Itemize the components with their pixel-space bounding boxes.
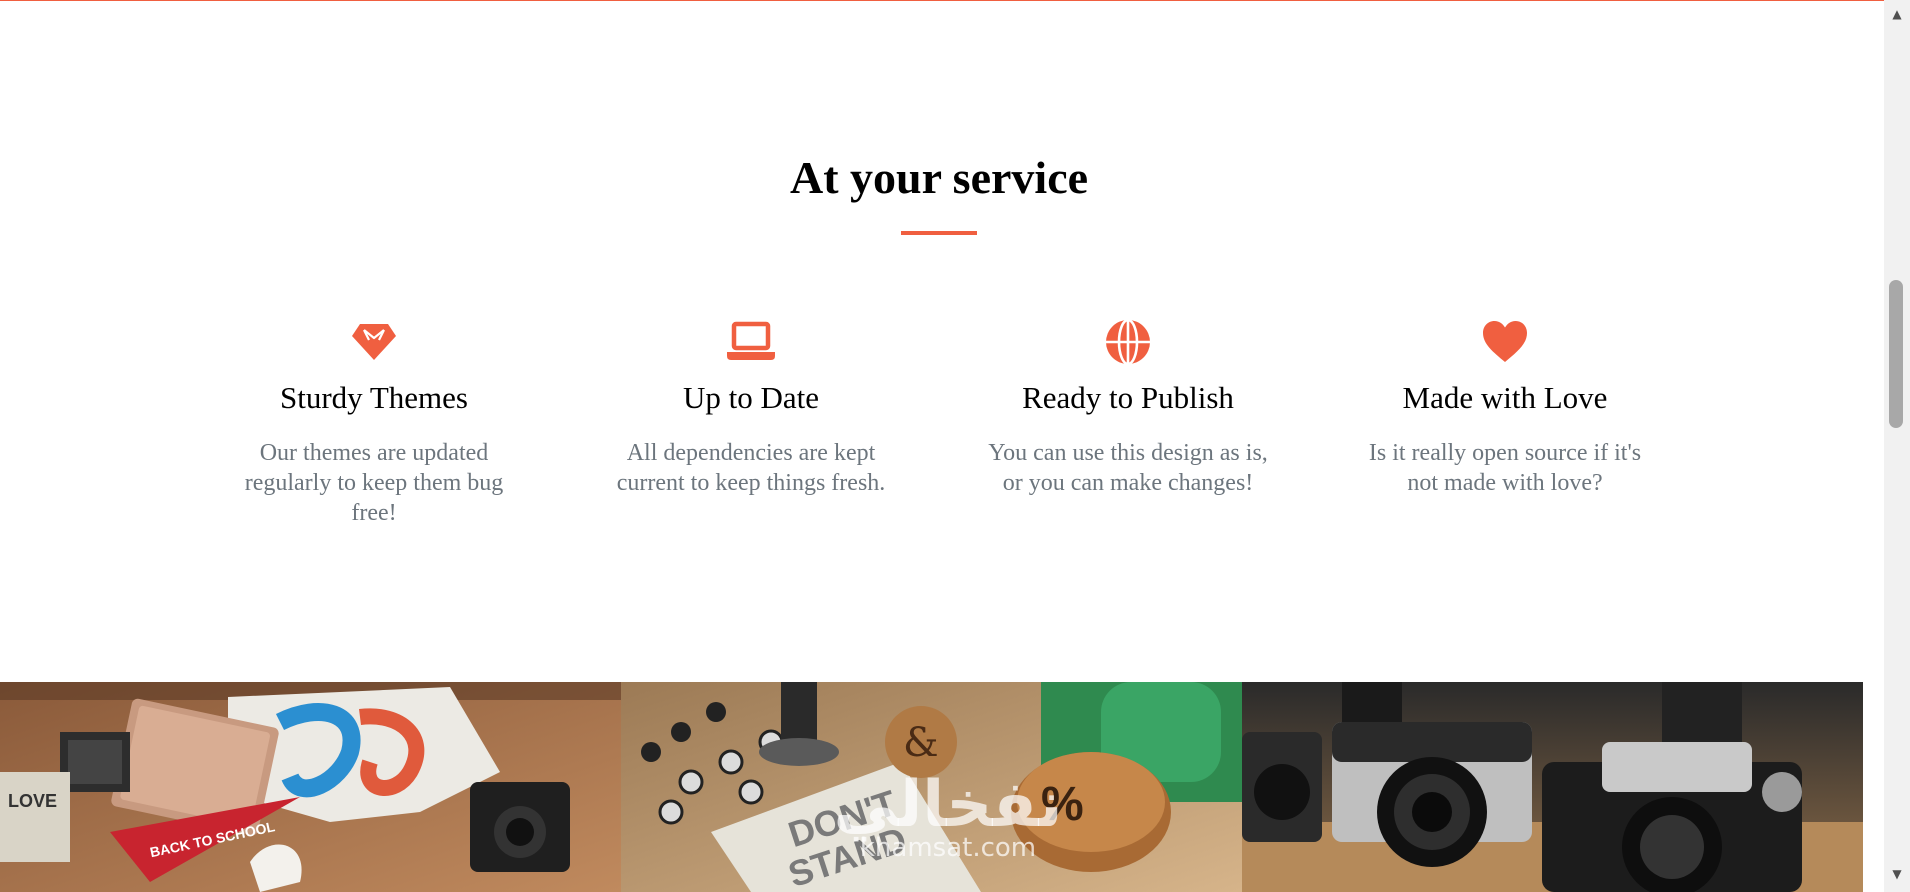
service-text: You can use this design as is, or you ca… [988,440,1268,496]
svg-text:%: % [1041,778,1084,831]
service-made-with-love: Made with Love Is it really open source … [1355,318,1655,496]
thumbnail-image-1: LOVE BACK TO SCHOOL [0,682,621,892]
service-title: Sturdy Themes [280,380,468,415]
service-text: Is it really open source if it's not mad… [1368,440,1642,496]
service-title: Up to Date [682,380,820,415]
section-title: At your service [789,152,1089,203]
svg-text:&: & [903,720,939,766]
laptop-icon [727,321,775,360]
gem-icon [352,324,396,360]
service-up-to-date: Up to Date All dependencies are kept cur… [601,318,901,496]
portfolio-strip: LOVE BACK TO SCHOOL DON'T STAND & % [0,682,1864,892]
scroll-down-arrow-icon[interactable]: ▼ [1884,862,1910,886]
service-text: Our themes are updated regularly to keep… [244,440,504,526]
service-text: All dependencies are kept current to kee… [616,440,886,496]
scroll-thumb[interactable] [1889,280,1903,428]
title-divider [901,231,977,235]
service-ready-to-publish: Ready to Publish You can use this design… [978,318,1278,496]
portfolio-tile-3[interactable] [1242,682,1863,892]
thumbnail-image-3 [1242,682,1863,892]
service-title: Ready to Publish [1022,380,1234,415]
service-sturdy-themes: Sturdy Themes Our themes are updated reg… [224,318,524,526]
vertical-scrollbar[interactable]: ▲ ▼ [1884,0,1910,892]
portfolio-tile-2[interactable]: DON'T STAND & % [621,682,1242,892]
page: At your service Sturdy Themes Our themes… [0,0,1910,892]
portfolio-tile-1[interactable]: LOVE BACK TO SCHOOL [0,682,621,892]
heart-icon [1483,321,1527,362]
globe-icon [1106,318,1150,366]
thumbnail-image-2: DON'T STAND & % [621,682,1242,892]
service-title: Made with Love [1402,380,1608,415]
svg-text:LOVE: LOVE [8,791,57,811]
scroll-up-arrow-icon[interactable]: ▲ [1884,2,1910,26]
